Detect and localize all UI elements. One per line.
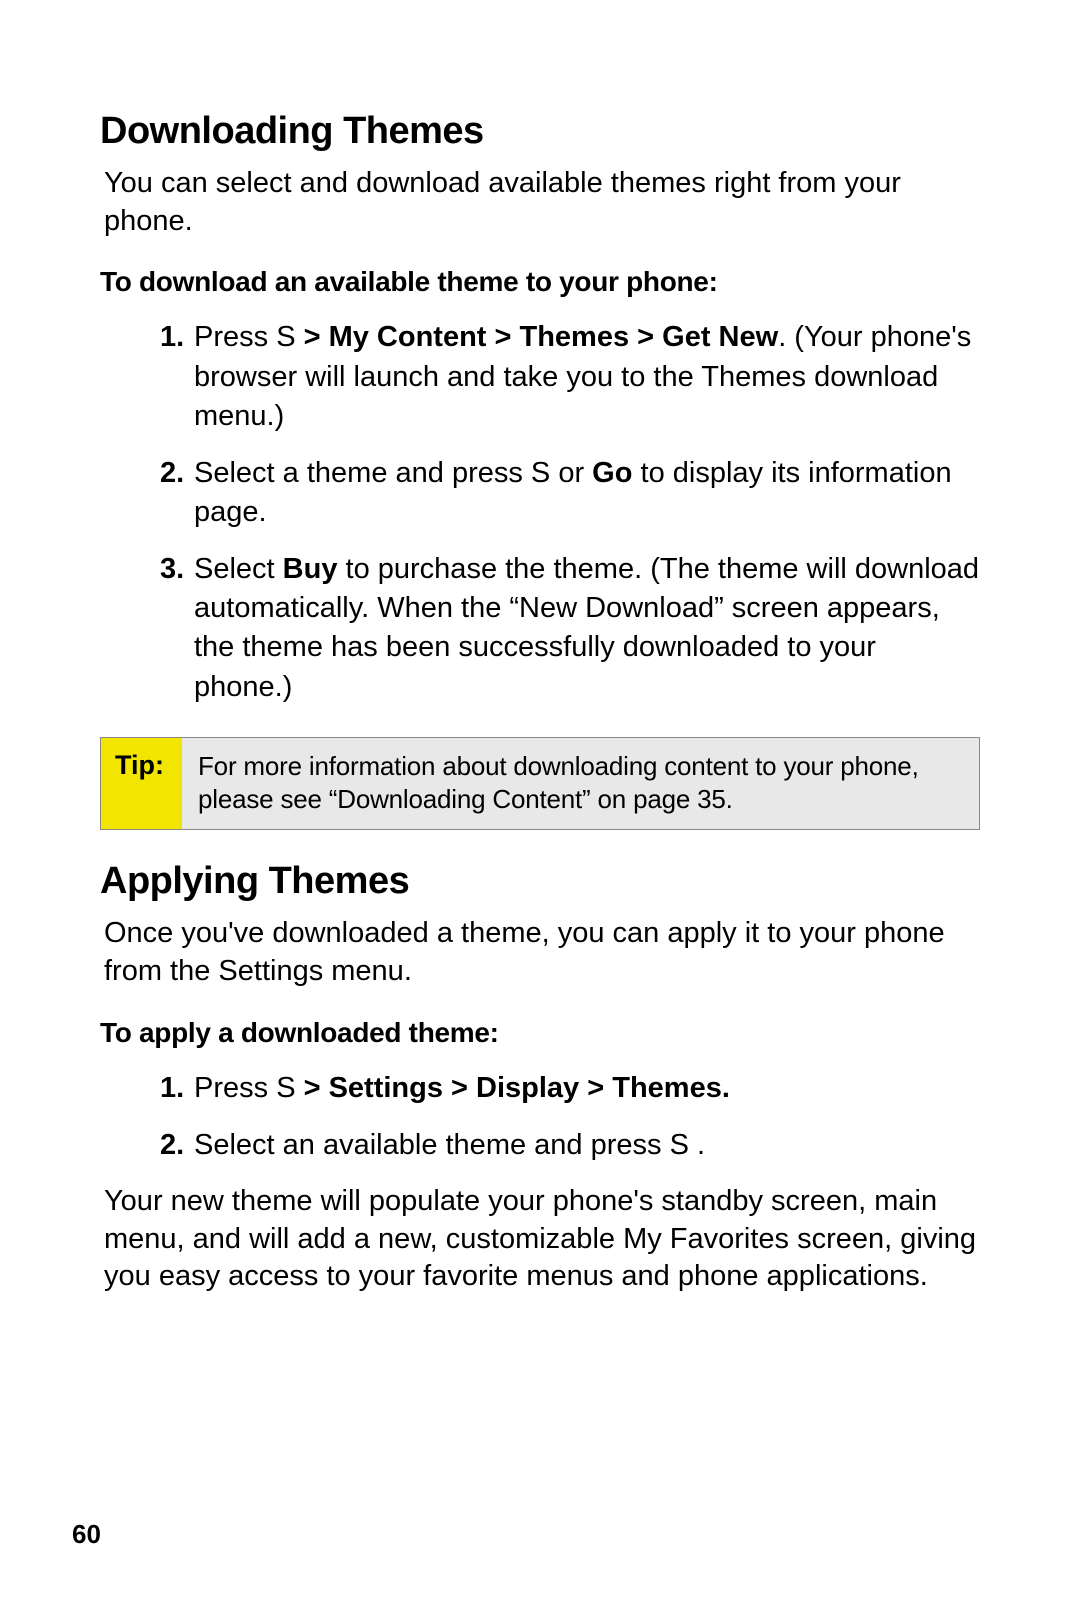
key-icon: S xyxy=(670,1126,689,1165)
key-icon: S xyxy=(531,454,550,493)
step-item: Press S > My Content > Themes > Get New.… xyxy=(160,318,980,435)
key-icon: S xyxy=(276,1069,295,1108)
step-item: Select an available theme and press S . xyxy=(160,1126,980,1165)
nav-path: > Settings > Display > Themes xyxy=(296,1072,722,1104)
bold-term: Go xyxy=(592,457,632,489)
step-text: Select a theme and press xyxy=(194,457,531,489)
step-text: or xyxy=(550,457,592,489)
step-text: . xyxy=(722,1072,730,1104)
tip-label: Tip: xyxy=(101,738,182,830)
outro-text: Your new theme will populate your phone'… xyxy=(104,1183,980,1296)
step-text: Press xyxy=(194,321,276,353)
apply-steps-list: Press S > Settings > Display > Themes. S… xyxy=(100,1069,980,1165)
step-text: Press xyxy=(194,1072,276,1104)
key-icon: S xyxy=(276,318,295,357)
step-item: Select Buy to purchase the theme. (The t… xyxy=(160,550,980,707)
nav-path: > My Content > Themes > Get New xyxy=(296,321,779,353)
tip-box: Tip: For more information about download… xyxy=(100,737,980,831)
download-steps-list: Press S > My Content > Themes > Get New.… xyxy=(100,318,980,706)
step-text: Select an available theme and press xyxy=(194,1129,670,1161)
intro-text: Once you've downloaded a theme, you can … xyxy=(104,915,980,990)
intro-text: You can select and download available th… xyxy=(104,165,980,240)
heading-applying-themes: Applying Themes xyxy=(100,860,980,903)
tip-content: For more information about downloading c… xyxy=(182,738,979,830)
step-text: Select xyxy=(194,553,283,585)
step-item: Press S > Settings > Display > Themes. xyxy=(160,1069,980,1108)
subheading-apply: To apply a downloaded theme: xyxy=(100,1017,980,1049)
step-item: Select a theme and press S or Go to disp… xyxy=(160,454,980,532)
heading-downloading-themes: Downloading Themes xyxy=(100,110,980,153)
subheading-download: To download an available theme to your p… xyxy=(100,266,980,298)
page-number: 60 xyxy=(72,1519,101,1550)
step-text: . xyxy=(689,1129,705,1161)
manual-page: Downloading Themes You can select and do… xyxy=(0,0,1080,1620)
bold-term: Buy xyxy=(283,553,338,585)
